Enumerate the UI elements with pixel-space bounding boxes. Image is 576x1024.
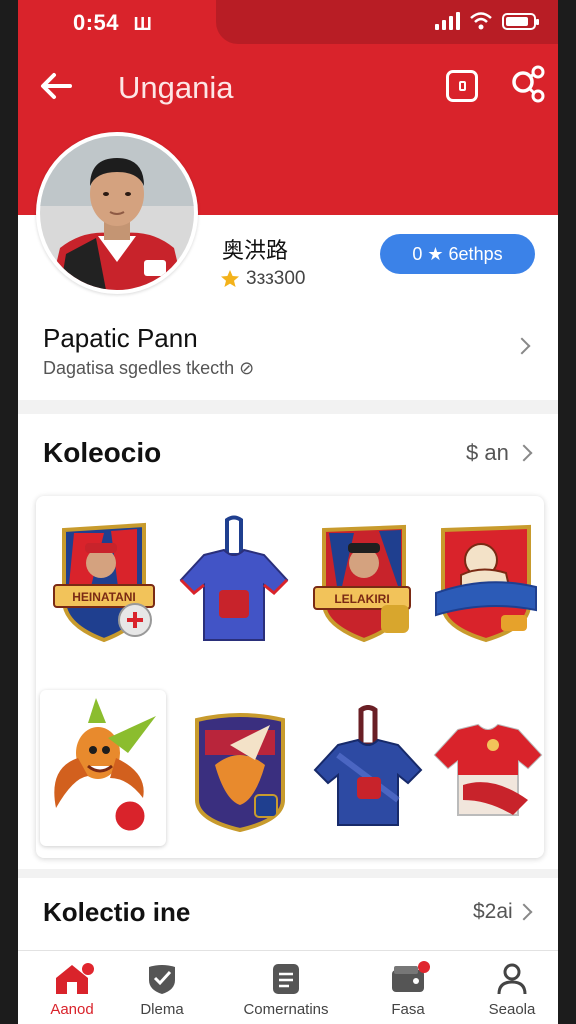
- collection-item[interactable]: [428, 700, 548, 840]
- badge-label-1: HEINATANI: [72, 590, 136, 604]
- collection-item[interactable]: [308, 700, 428, 840]
- player-shield-badge-red-icon: LELAKIRI: [313, 524, 411, 643]
- page-title: Ungania: [118, 70, 234, 105]
- profile-icon: [497, 963, 527, 995]
- device-frame-left: [0, 0, 18, 1024]
- avatar-photo: [40, 136, 194, 290]
- nav-label-profile: Seaola: [488, 1001, 536, 1018]
- profile-name: Papatic Pann: [43, 323, 198, 353]
- mascot-shield-badge-icon: [195, 713, 285, 833]
- collection-grid: HEINATANI LELAKIRI: [36, 496, 544, 858]
- collection-item[interactable]: [180, 700, 300, 840]
- points-display: 3зз300: [220, 268, 305, 290]
- device-frame-right: [558, 0, 576, 1024]
- shield-icon: [149, 965, 175, 994]
- share-icon[interactable]: [508, 64, 548, 104]
- signal-icon: [435, 12, 460, 30]
- collection-title: Koleocio: [43, 437, 162, 468]
- notification-dot: [418, 961, 430, 973]
- wifi-icon: [470, 12, 492, 30]
- bottom-nav: Aanod Dlema Comernatins Fasa Seaola: [18, 950, 558, 1024]
- app-screen: 0:54 Ш Ungania 奥洪路 3зз300 0 ★ 6ethps Pap…: [18, 0, 558, 1024]
- collection-item[interactable]: HEINATANI: [44, 510, 164, 650]
- points-value: 3зз300: [246, 268, 306, 289]
- nav-label-fasa: Fasa: [391, 1001, 425, 1018]
- badges-button-label: 0 ★ 6ethps: [412, 243, 503, 264]
- nav-item-fasa[interactable]: Fasa: [354, 961, 462, 1018]
- collection-item[interactable]: [40, 690, 166, 846]
- nav-label-comernatins: Comernatins: [243, 1001, 329, 1018]
- status-carrier-glyph: Ш: [133, 14, 153, 34]
- status-icons: [435, 12, 539, 30]
- calendar-icon[interactable]: [446, 70, 478, 102]
- nav-label-home: Aanod: [50, 1001, 94, 1018]
- list-icon: [273, 964, 299, 994]
- badge-label-3: LELAKIRI: [334, 592, 389, 606]
- knight-shield-badge-icon: [435, 524, 537, 643]
- badges-button[interactable]: 0 ★ 6ethps: [380, 234, 535, 274]
- status-time-text: 0:54: [73, 10, 120, 35]
- collection-item[interactable]: [426, 510, 546, 650]
- nav-item-profile[interactable]: Seaola: [458, 961, 558, 1018]
- user-handle: 奥洪路: [222, 238, 289, 263]
- nav-item-dlema[interactable]: Dlema: [108, 961, 216, 1018]
- profile-subtitle: Dagatisa sgedles tkecth ⊘: [43, 358, 255, 378]
- collection2-title: Kolectio ine: [43, 897, 191, 927]
- player-shield-badge-icon: HEINATANI: [53, 522, 155, 643]
- collection2-see-all-link[interactable]: $2ai: [473, 900, 513, 924]
- bird-mascot-sticker-icon: [54, 698, 156, 834]
- battery-icon: [502, 12, 539, 30]
- star-icon: [221, 270, 239, 287]
- status-time: 0:54 Ш: [73, 10, 152, 36]
- back-arrow-icon[interactable]: [36, 66, 76, 106]
- collection-item[interactable]: LELAKIRI: [304, 510, 424, 650]
- avatar[interactable]: [36, 132, 198, 294]
- jersey-keychain-navy-icon: [313, 705, 423, 826]
- jersey-red-white-icon: [433, 723, 543, 816]
- nav-item-comernatins[interactable]: Comernatins: [232, 961, 340, 1018]
- jersey-keychain-blue-icon: [179, 515, 289, 641]
- collection-item[interactable]: [174, 510, 294, 650]
- collection-see-all-link[interactable]: $ an: [466, 440, 509, 466]
- notification-dot: [82, 963, 94, 975]
- nav-label-dlema: Dlema: [140, 1001, 184, 1018]
